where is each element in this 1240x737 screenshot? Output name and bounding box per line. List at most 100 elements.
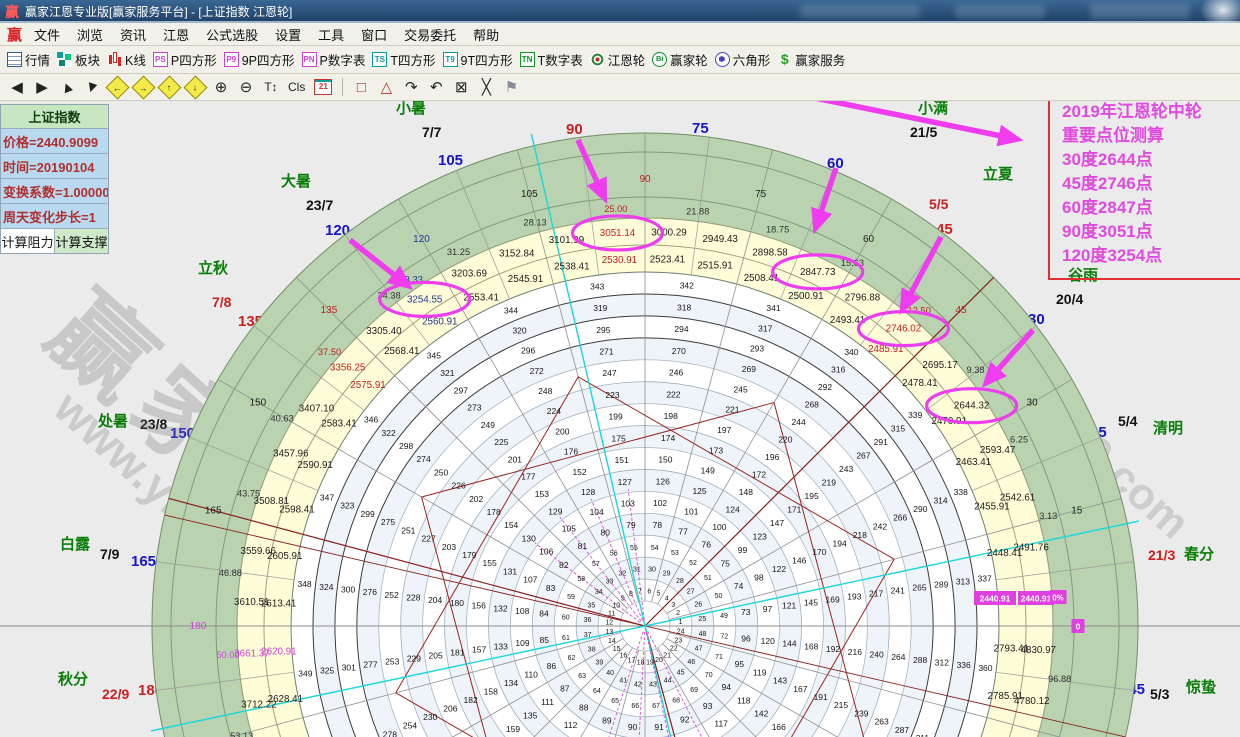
svg-text:2613.41: 2613.41 (261, 599, 296, 610)
menu-item-浏览[interactable]: 浏览 (77, 25, 103, 44)
toolbar-button-9T四方形[interactable]: T99T四方形 (443, 50, 513, 69)
svg-text:105: 105 (562, 524, 576, 534)
menu-item-帮助[interactable]: 帮助 (473, 25, 499, 44)
draw-triangle-icon[interactable]: △ (378, 78, 394, 96)
menu-item-资讯[interactable]: 资讯 (120, 25, 146, 44)
draw-rect-icon[interactable]: □ (353, 78, 369, 96)
svg-text:3305.40: 3305.40 (366, 326, 402, 337)
toolbar-button-T数字表[interactable]: TNT数字表 (520, 50, 583, 69)
button-计算阻力[interactable]: 计算阻力 (1, 229, 55, 253)
box-x-icon[interactable]: ⊠ (453, 78, 469, 96)
svg-text:276: 276 (363, 587, 377, 597)
toolbar-button-T四方形[interactable]: TST四方形 (372, 50, 435, 69)
note-line: 120度3254点 (1062, 244, 1240, 268)
svg-text:3.13: 3.13 (1039, 511, 1057, 521)
toolbar-button-9P四方形[interactable]: P99P四方形 (224, 50, 295, 69)
step-up-icon[interactable]: ↑ (161, 78, 178, 96)
toolbar-button-行情[interactable]: 行情 (7, 50, 50, 69)
callout-arrow (350, 240, 407, 285)
svg-text:290: 290 (913, 504, 927, 514)
svg-text:39: 39 (595, 660, 603, 667)
toolbar-button-P数字表[interactable]: PNP数字表 (302, 50, 366, 69)
drawing-toolbar: ◀ ▶ ▲▼ ← → ↑ ↓ ⊕ ⊖ T↕ Cls 21 □ △ ↷ ↶ ⊠ ╳ ⚑ (0, 74, 1240, 101)
flag-icon[interactable]: ⚑ (503, 78, 519, 96)
svg-text:102: 102 (653, 498, 667, 508)
nav-prev-icon[interactable]: ◀ (9, 78, 25, 96)
toolbar-button-P四方形[interactable]: PSP四方形 (153, 50, 217, 69)
zoom-out-icon[interactable]: ⊖ (238, 78, 254, 96)
toolbar-button-江恩轮[interactable]: 江恩轮 (590, 50, 646, 69)
svg-text:2575.91: 2575.91 (350, 380, 385, 391)
svg-text:50.00: 50.00 (216, 650, 239, 660)
svg-text:3407.10: 3407.10 (299, 404, 335, 415)
menu-item-工具[interactable]: 工具 (318, 25, 344, 44)
toolbar-button-赢家服务[interactable]: $赢家服务 (777, 50, 845, 69)
marker-down-icon[interactable]: ▼ (82, 76, 103, 98)
button-计算支撑[interactable]: 计算支撑 (55, 229, 108, 253)
svg-text:220: 220 (778, 435, 792, 445)
menu-item-窗口[interactable]: 窗口 (361, 25, 387, 44)
cross-arrows-icon[interactable]: ╳ (478, 78, 494, 96)
svg-text:2560.91: 2560.91 (422, 317, 457, 328)
svg-text:157: 157 (472, 644, 486, 654)
svg-text:42: 42 (634, 681, 642, 688)
svg-text:3000.29: 3000.29 (651, 228, 686, 239)
svg-text:62: 62 (568, 655, 576, 662)
svg-text:72: 72 (720, 634, 728, 641)
svg-text:64: 64 (593, 688, 601, 695)
svg-text:2491.76: 2491.76 (1013, 542, 1049, 553)
svg-text:144: 144 (782, 639, 796, 649)
svg-text:254: 254 (403, 721, 417, 731)
menu-item-文件[interactable]: 文件 (34, 25, 60, 44)
toolbar-label-行情: 行情 (25, 50, 50, 69)
svg-text:2440.91: 2440.91 (1021, 594, 1052, 604)
svg-text:86: 86 (547, 661, 557, 671)
svg-text:60: 60 (863, 234, 875, 245)
svg-text:49: 49 (720, 613, 728, 620)
menu-item-交易委托[interactable]: 交易委托 (404, 25, 456, 44)
menu-item-江恩[interactable]: 江恩 (163, 25, 189, 44)
svg-text:191: 191 (814, 692, 828, 702)
svg-text:360: 360 (978, 663, 992, 673)
cls-button[interactable]: Cls (288, 78, 305, 96)
toolbar-button-板块[interactable]: 板块 (57, 50, 100, 69)
marker-up-icon[interactable]: ▲ (56, 76, 78, 99)
note-line: 45度2746点 (1062, 172, 1240, 196)
toolbar-button-六角形[interactable]: 六角形 (715, 50, 771, 69)
svg-text:223: 223 (605, 390, 619, 400)
zoom-in-icon[interactable]: ⊕ (213, 78, 229, 96)
svg-text:28: 28 (676, 578, 684, 585)
solar-term-立秋: 立秋 (198, 257, 228, 278)
step-left-icon[interactable]: ← (109, 78, 126, 96)
step-down-icon[interactable]: ↓ (187, 78, 204, 96)
svg-text:2470.91: 2470.91 (932, 416, 967, 427)
rotate-ccw-icon[interactable]: ↶ (428, 78, 444, 96)
calendar-icon[interactable]: 21 (314, 79, 332, 95)
svg-text:300: 300 (341, 585, 355, 595)
panel-row: 周天变化步长=1 (1, 204, 108, 229)
svg-text:158: 158 (484, 686, 498, 696)
svg-text:91: 91 (654, 722, 664, 732)
svg-text:2793.41: 2793.41 (994, 643, 1029, 654)
note-line: 90度3051点 (1062, 220, 1240, 244)
hexagon-icon (715, 52, 730, 67)
nav-next-icon[interactable]: ▶ (34, 78, 50, 96)
rotate-cw-icon[interactable]: ↷ (403, 78, 419, 96)
toolbar-button-赢家轮[interactable]: Bi赢家轮 (652, 50, 708, 69)
menu-item-设置[interactable]: 设置 (275, 25, 301, 44)
svg-text:2583.41: 2583.41 (321, 418, 356, 429)
note-line: 2019年江恩轮中轮 (1062, 100, 1240, 124)
svg-text:75: 75 (720, 558, 730, 568)
svg-text:342: 342 (680, 281, 694, 291)
svg-text:199: 199 (608, 412, 622, 422)
sort-updown-icon[interactable]: T↕ (263, 78, 279, 96)
svg-text:152: 152 (572, 467, 586, 477)
svg-text:287: 287 (895, 725, 909, 735)
svg-text:95: 95 (735, 659, 745, 669)
step-right-icon[interactable]: → (135, 78, 152, 96)
menu-item-公式选股[interactable]: 公式选股 (206, 25, 258, 44)
title-bar: 赢 赢家江恩专业版[赢家服务平台] - [上证指数 江恩轮] (0, 0, 1240, 23)
toolbar-button-K线[interactable]: K线 (107, 50, 146, 69)
svg-text:2746.02: 2746.02 (886, 324, 921, 335)
svg-text:9.38: 9.38 (966, 365, 984, 375)
